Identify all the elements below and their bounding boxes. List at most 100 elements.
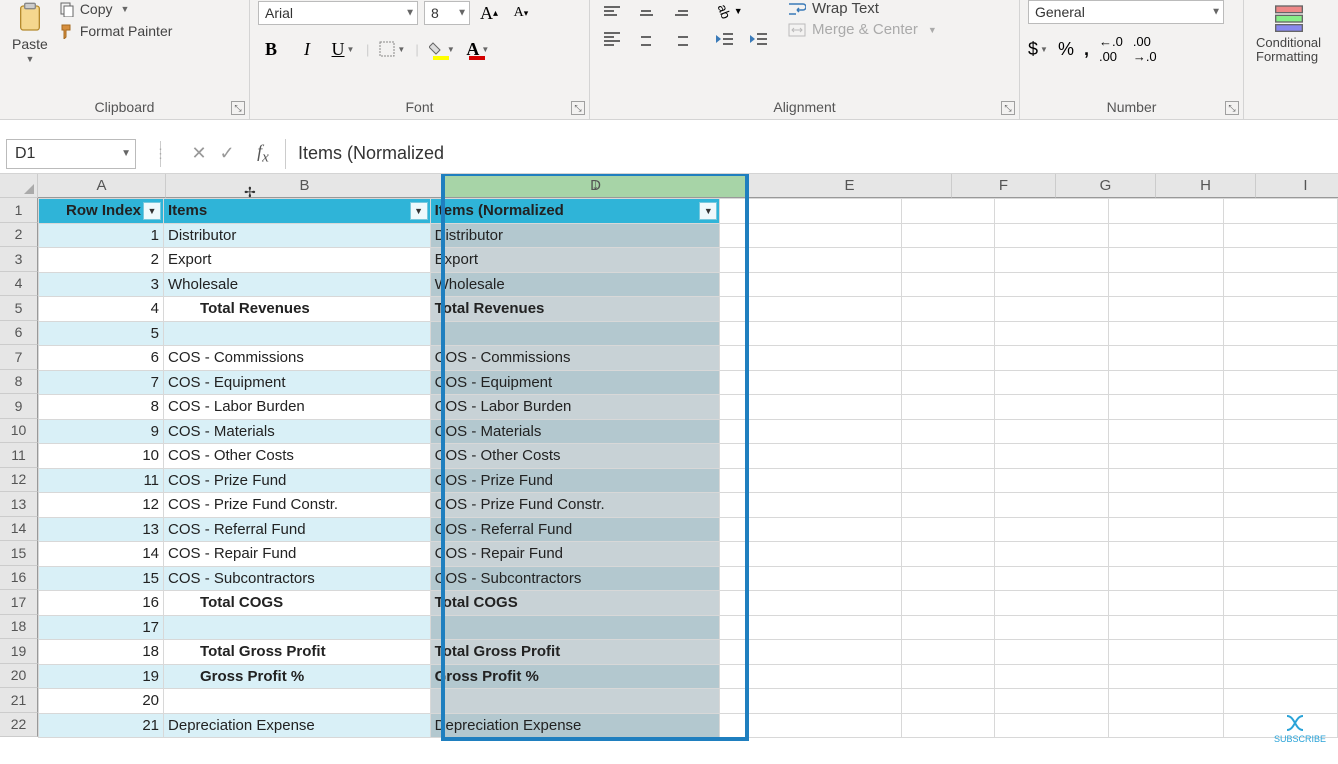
row-header-9[interactable]: 9 — [0, 394, 38, 419]
cell[interactable]: 16 — [39, 591, 164, 616]
cell[interactable] — [1223, 223, 1337, 248]
conditional-formatting-button[interactable]: Conditional Formatting — [1252, 0, 1326, 67]
alignment-dialog-launcher[interactable]: ⤡ — [1001, 101, 1015, 115]
cell[interactable] — [901, 346, 994, 371]
cell[interactable]: 10 — [39, 444, 164, 469]
cell[interactable] — [720, 395, 902, 420]
cell[interactable] — [1109, 199, 1223, 224]
table-header[interactable]: Items (Normalized▼ — [430, 199, 720, 224]
cell[interactable] — [994, 223, 1108, 248]
cell[interactable] — [1223, 566, 1337, 591]
cell[interactable]: Total COGS — [430, 591, 720, 616]
cell[interactable] — [1223, 199, 1337, 224]
cell[interactable]: 6 — [39, 346, 164, 371]
cell[interactable] — [1109, 566, 1223, 591]
table-header[interactable]: Row Index▼ — [39, 199, 164, 224]
italic-button[interactable]: I — [294, 36, 320, 62]
cell[interactable]: Export — [164, 248, 431, 273]
cell[interactable] — [720, 419, 902, 444]
cell[interactable] — [1109, 591, 1223, 616]
format-painter-button[interactable]: Format Painter — [58, 20, 173, 42]
cell[interactable]: COS - Repair Fund — [164, 542, 431, 567]
row-header-8[interactable]: 8 — [0, 370, 38, 395]
align-left-button[interactable] — [598, 28, 626, 50]
table-header[interactable]: Items▼ — [164, 199, 431, 224]
cell[interactable] — [430, 321, 720, 346]
row-header-18[interactable]: 18 — [0, 615, 38, 640]
cell[interactable] — [720, 248, 902, 273]
cell[interactable] — [1223, 248, 1337, 273]
row-header-19[interactable]: 19 — [0, 639, 38, 664]
row-header-15[interactable]: 15 — [0, 541, 38, 566]
copy-button[interactable]: Copy ▼ — [58, 0, 173, 20]
cell[interactable] — [1223, 370, 1337, 395]
fx-icon[interactable]: fx — [241, 141, 285, 167]
cell[interactable] — [901, 640, 994, 665]
cell[interactable] — [994, 444, 1108, 469]
cell[interactable]: 2 — [39, 248, 164, 273]
cell[interactable] — [1223, 395, 1337, 420]
cell[interactable] — [994, 615, 1108, 640]
row-header-6[interactable]: 6 — [0, 321, 38, 346]
cell[interactable] — [1109, 689, 1223, 714]
cell[interactable] — [720, 566, 902, 591]
cell[interactable] — [1223, 419, 1337, 444]
cell[interactable] — [1223, 615, 1337, 640]
cell[interactable] — [1109, 370, 1223, 395]
cell[interactable] — [1223, 664, 1337, 689]
cell[interactable] — [994, 272, 1108, 297]
cell[interactable] — [994, 591, 1108, 616]
cell[interactable]: Total Revenues — [164, 297, 431, 322]
cell[interactable]: COS - Prize Fund Constr. — [430, 493, 720, 518]
cell[interactable] — [1109, 297, 1223, 322]
cell[interactable]: 15 — [39, 566, 164, 591]
cell[interactable]: Wholesale — [430, 272, 720, 297]
cell[interactable] — [720, 689, 902, 714]
cell[interactable] — [1223, 444, 1337, 469]
cell[interactable] — [720, 223, 902, 248]
cell[interactable]: Distributor — [164, 223, 431, 248]
cell[interactable] — [994, 419, 1108, 444]
cell[interactable]: 3 — [39, 272, 164, 297]
cell[interactable] — [994, 566, 1108, 591]
cell[interactable] — [901, 199, 994, 224]
cell[interactable] — [430, 615, 720, 640]
cell[interactable] — [901, 713, 994, 738]
cell[interactable] — [720, 493, 902, 518]
cell[interactable] — [901, 615, 994, 640]
cell[interactable]: 19 — [39, 664, 164, 689]
cell[interactable]: COS - Other Costs — [164, 444, 431, 469]
row-header-5[interactable]: 5 — [0, 296, 38, 321]
cell[interactable] — [430, 689, 720, 714]
cell[interactable] — [994, 395, 1108, 420]
cell[interactable] — [720, 321, 902, 346]
decrease-indent-button[interactable] — [710, 28, 738, 50]
cell[interactable] — [1109, 517, 1223, 542]
cell[interactable] — [901, 223, 994, 248]
col-header-F[interactable]: F — [952, 174, 1056, 198]
font-size-combo[interactable]: 8▼ — [424, 1, 470, 25]
select-all-corner[interactable] — [0, 174, 38, 198]
cell[interactable] — [901, 664, 994, 689]
cell[interactable]: 9 — [39, 419, 164, 444]
row-header-11[interactable]: 11 — [0, 443, 38, 468]
cell[interactable] — [901, 395, 994, 420]
subscribe-badge[interactable]: SUBSCRIBE — [1274, 714, 1326, 744]
spreadsheet-grid[interactable]: ABD↓EFGHI 123456789101112131415161718192… — [0, 174, 1338, 764]
cell[interactable] — [901, 297, 994, 322]
cell[interactable] — [720, 517, 902, 542]
cell[interactable] — [1109, 542, 1223, 567]
col-header-A[interactable]: A — [38, 174, 166, 198]
cell[interactable]: COS - Equipment — [164, 370, 431, 395]
cell[interactable]: 7 — [39, 370, 164, 395]
cell[interactable] — [994, 346, 1108, 371]
row-header-20[interactable]: 20 — [0, 664, 38, 689]
row-header-22[interactable]: 22 — [0, 713, 38, 738]
cell[interactable]: COS - Referral Fund — [164, 517, 431, 542]
row-header-16[interactable]: 16 — [0, 566, 38, 591]
cell[interactable] — [1109, 395, 1223, 420]
cell[interactable] — [994, 713, 1108, 738]
cell[interactable] — [164, 321, 431, 346]
col-header-I[interactable]: I — [1256, 174, 1338, 198]
cell[interactable]: 21 — [39, 713, 164, 738]
